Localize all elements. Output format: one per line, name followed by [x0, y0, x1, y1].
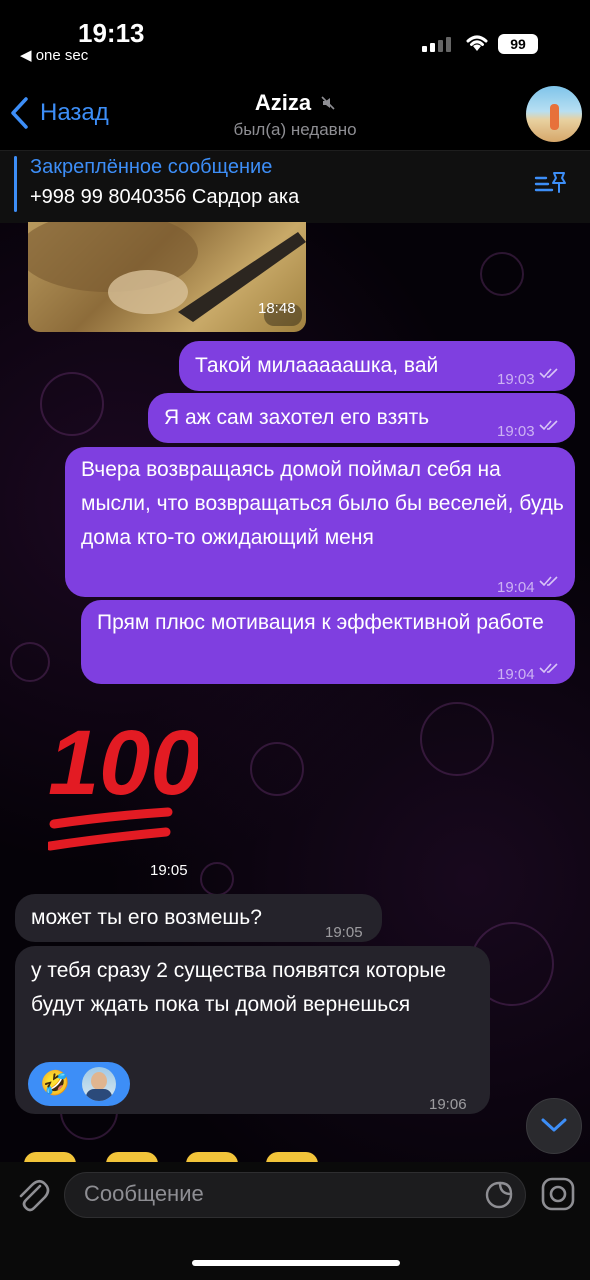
message-time: 19:05	[325, 924, 363, 941]
attach-paperclip-icon[interactable]	[14, 1176, 50, 1214]
message-bubble-incoming[interactable]: может ты его возмешь? 19:05	[15, 894, 382, 942]
back-to-app-link[interactable]: ◀ one sec	[20, 46, 88, 64]
read-checkmarks-icon	[539, 663, 558, 674]
read-checkmarks-icon	[539, 576, 558, 587]
message-text: у тебя сразу 2 существа появятся которые…	[31, 959, 447, 1016]
message-time: 19:06	[429, 1096, 467, 1113]
avatar[interactable]	[526, 86, 582, 142]
message-bubble-outgoing[interactable]: Я аж сам захотел его взять 19:03	[148, 393, 575, 443]
hundred-points-icon: 100	[45, 712, 202, 851]
message-bubble-outgoing[interactable]: Прям плюс мотивация к эффективной работе…	[81, 600, 575, 684]
sticker-icon[interactable]	[484, 1180, 514, 1210]
message-time: 19:05	[150, 862, 188, 879]
hundred-emoji-message[interactable]: 100 19:05	[45, 712, 202, 879]
battery-indicator: 99	[498, 34, 538, 54]
message-text: Я аж сам захотел его взять	[164, 406, 430, 429]
read-checkmarks-icon	[539, 420, 558, 431]
camera-icon[interactable]	[540, 1176, 576, 1212]
hundred-emoji-text: 100	[48, 712, 198, 814]
rofl-emoji-icon: 🤣	[40, 1070, 70, 1097]
message-time: 19:04	[497, 666, 535, 683]
message-text: Такой милааааашка, вай	[195, 354, 439, 377]
last-seen-status: был(а) недавно	[233, 120, 357, 139]
reaction-chip[interactable]: 🤣	[28, 1062, 130, 1106]
avatar-person	[550, 104, 559, 130]
message-text: Вчера возвращаясь домой поймал себя на м…	[81, 458, 564, 549]
chat-name: Aziza	[254, 90, 312, 115]
pinned-title: Закреплённое сообщение	[30, 156, 273, 178]
muted-icon	[321, 96, 335, 110]
read-checkmarks-icon	[539, 368, 558, 379]
signal-icon	[422, 36, 454, 52]
scroll-to-bottom-button[interactable]	[526, 1098, 582, 1154]
message-time: 19:03	[497, 423, 535, 440]
message-bubble-outgoing[interactable]: Вчера возвращаясь домой поймал себя на м…	[65, 447, 575, 597]
message-time: 19:03	[497, 371, 535, 388]
pinned-accent	[14, 156, 17, 212]
message-text: может ты его возмешь?	[31, 906, 262, 929]
message-time: 18:48	[258, 300, 296, 317]
pinned-text: +998 99 8040356 Сардор ака	[30, 186, 300, 208]
pinned-list-icon[interactable]	[534, 170, 568, 196]
status-time: 19:13	[78, 18, 145, 48]
photo-message[interactable]: 18:48	[28, 222, 306, 332]
chevron-down-icon	[541, 1118, 567, 1132]
message-bubble-outgoing[interactable]: Такой милааааашка, вай 19:03	[179, 341, 575, 391]
message-input-placeholder: Сообщение	[84, 1181, 204, 1206]
wifi-icon	[466, 35, 488, 51]
message-text: Прям плюс мотивация к эффективной работе	[97, 611, 544, 634]
reactor-avatar	[82, 1067, 116, 1101]
chat-title[interactable]: Aziza	[0, 90, 590, 116]
home-indicator	[192, 1260, 400, 1266]
